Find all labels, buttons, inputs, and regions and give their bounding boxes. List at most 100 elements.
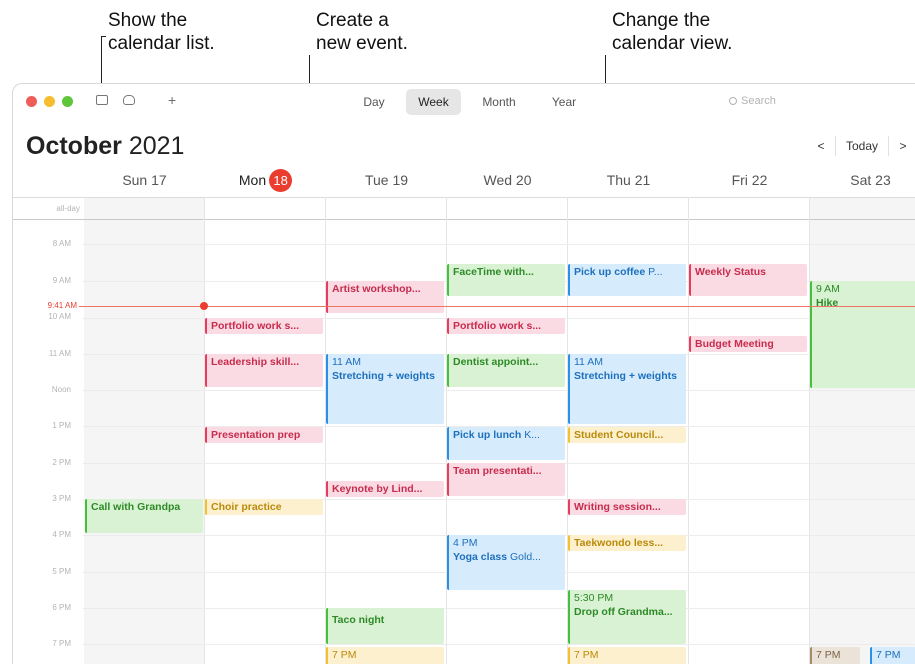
- event-student-council[interactable]: Student Council...: [568, 427, 686, 443]
- callout-new-event: Create a new event.: [316, 10, 408, 54]
- event-hike[interactable]: 9 AM Hike: [810, 281, 915, 388]
- event-title: Drop off Grandma...: [574, 606, 673, 618]
- event-time: 11 AM: [332, 356, 361, 368]
- event-taco-night[interactable]: Taco night: [326, 608, 444, 644]
- hour-label: 1 PM: [52, 421, 71, 430]
- event-portfolio-work-mon[interactable]: Portfolio work s...: [205, 318, 323, 334]
- close-window-button[interactable]: [26, 96, 37, 107]
- hour-label: 9 AM: [52, 276, 71, 285]
- calendar-list-icon[interactable]: [96, 95, 108, 105]
- event-time: 9 AM: [816, 283, 840, 295]
- hour-label: 2 PM: [52, 458, 71, 467]
- view-day-button[interactable]: Day: [354, 89, 394, 115]
- event-weekly-status[interactable]: Weekly Status: [689, 264, 807, 296]
- event-location: Gold...: [510, 551, 541, 563]
- event-title: Pick up lunch: [453, 429, 522, 441]
- hour-label: 5 PM: [52, 567, 71, 576]
- month-name: October: [26, 132, 122, 160]
- inbox-icon[interactable]: [123, 95, 135, 105]
- callout-calendar-list: Show the calendar list.: [108, 10, 215, 54]
- event-time: 4 PM: [453, 537, 478, 549]
- all-day-label: all-day: [56, 204, 80, 213]
- event-drop-off-grandma[interactable]: 5:30 PM Drop off Grandma...: [568, 590, 686, 644]
- toolbar: + Day Week Month Year Search: [13, 84, 915, 120]
- header-divider: [13, 197, 915, 198]
- sunday-column-shade: [84, 197, 204, 664]
- saturday-column-shade: [809, 197, 915, 664]
- hour-line: [83, 244, 915, 245]
- day-header-mon-label: Mon: [238, 172, 267, 188]
- search-field[interactable]: Search: [729, 90, 809, 112]
- hour-line: [83, 644, 915, 645]
- next-week-button[interactable]: >: [895, 136, 911, 156]
- event-title: Stretching + weights: [574, 370, 677, 382]
- hour-label: 8 AM: [52, 239, 71, 248]
- day-header-sat: Sat 23: [850, 172, 891, 188]
- year: 2021: [128, 132, 185, 160]
- search-placeholder: Search: [741, 95, 776, 107]
- hour-label: 4 PM: [52, 530, 71, 539]
- hour-label: 11 AM: [48, 349, 71, 358]
- callout-calendar-list-leader: [101, 36, 102, 83]
- event-taekwondo[interactable]: Taekwondo less...: [568, 535, 686, 551]
- view-month-button[interactable]: Month: [473, 89, 525, 115]
- event-pick-up-lunch[interactable]: Pick up lunch K...: [447, 427, 565, 460]
- event-thu-7pm[interactable]: 7 PM: [568, 647, 686, 664]
- hour-line: [83, 608, 915, 609]
- plus-icon[interactable]: +: [168, 92, 176, 108]
- event-writing-session[interactable]: Writing session...: [568, 499, 686, 515]
- event-leadership-skills[interactable]: Leadership skill...: [205, 354, 323, 387]
- hour-label: 10 AM: [48, 312, 71, 321]
- event-time: 11 AM: [574, 356, 603, 368]
- hour-line: [83, 390, 915, 391]
- event-artist-workshop[interactable]: Artist workshop...: [326, 281, 444, 313]
- event-choir-practice[interactable]: Choir practice: [205, 499, 323, 515]
- event-title: Pick up coffee: [574, 266, 646, 278]
- calendar-window: + Day Week Month Year Search October 202…: [12, 83, 915, 664]
- event-facetime[interactable]: FaceTime with...: [447, 264, 565, 296]
- event-yoga-class[interactable]: 4 PM Yoga class Gold...: [447, 535, 565, 590]
- view-year-button[interactable]: Year: [540, 89, 588, 115]
- event-sat-7pm-b[interactable]: 7 PM: [870, 647, 915, 664]
- prev-week-button[interactable]: <: [813, 136, 829, 156]
- event-pick-up-coffee[interactable]: Pick up coffee P...: [568, 264, 686, 296]
- event-budget-meeting[interactable]: Budget Meeting: [689, 336, 807, 352]
- day-header-mon: Mon 18: [205, 164, 326, 197]
- event-stretching-tue[interactable]: 11 AM Stretching + weights: [326, 354, 444, 424]
- event-title: Stretching + weights: [332, 370, 435, 382]
- current-time-label: 9:41 AM: [47, 301, 77, 310]
- event-call-with-grandpa[interactable]: Call with Grandpa: [85, 499, 203, 533]
- hour-label: Noon: [51, 385, 71, 394]
- event-team-presentation[interactable]: Team presentati...: [447, 463, 565, 496]
- event-sat-7pm-a[interactable]: 7 PM: [810, 647, 860, 664]
- day-header-thu: Thu 21: [606, 172, 651, 188]
- event-presentation-prep[interactable]: Presentation prep: [205, 427, 323, 443]
- event-location: K...: [524, 429, 540, 441]
- today-badge: 18: [269, 169, 293, 192]
- hour-label: 6 PM: [52, 603, 71, 612]
- event-tue-7pm[interactable]: 7 PM: [326, 647, 444, 664]
- week-grid: Sun 17 Mon 18 Tue 19 Wed 20 Thu 21 Fri 22…: [13, 164, 915, 664]
- search-icon: [729, 97, 737, 105]
- current-time-dot: [200, 302, 208, 310]
- view-week-button[interactable]: Week: [406, 89, 461, 115]
- page-title: October 2021: [26, 131, 184, 161]
- day-header-wed: Wed 20: [483, 172, 532, 188]
- event-portfolio-work-wed[interactable]: Portfolio work s...: [447, 318, 565, 334]
- event-title: Hike: [816, 297, 839, 309]
- today-button[interactable]: Today: [835, 136, 889, 156]
- zoom-window-button[interactable]: [62, 96, 73, 107]
- hour-label: 3 PM: [52, 494, 71, 503]
- event-title: Yoga class: [453, 551, 508, 563]
- event-stretching-thu[interactable]: 11 AM Stretching + weights: [568, 354, 686, 424]
- callout-calendar-list-leader-tick: [101, 36, 106, 37]
- day-header-tue: Tue 19: [364, 172, 409, 188]
- callout-change-view: Change the calendar view.: [612, 10, 733, 54]
- col-line: [809, 197, 810, 664]
- day-header-fri: Fri 22: [731, 172, 768, 188]
- event-dentist[interactable]: Dentist appoint...: [447, 354, 565, 387]
- all-day-divider: [13, 219, 915, 220]
- hour-label: 7 PM: [52, 639, 71, 648]
- minimize-window-button[interactable]: [44, 96, 55, 107]
- event-keynote[interactable]: Keynote by Lind...: [326, 481, 444, 497]
